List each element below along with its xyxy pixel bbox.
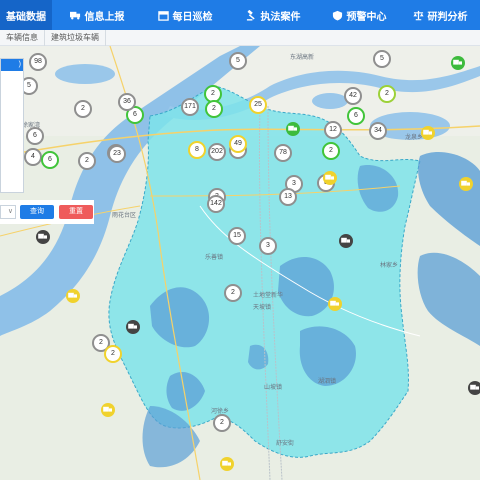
- map-view[interactable]: 雨花台区 天坡镇 乐善镇 土地堂新华 山坡镇 河徐乡 舒安街 湖泗镇 徐家湾 龙…: [0, 46, 480, 480]
- vehicle-cluster-marker[interactable]: 2: [213, 414, 231, 432]
- map-label: 东湖高新: [290, 55, 315, 61]
- map-label: 舒安街: [276, 441, 295, 447]
- vehicle-cluster-marker[interactable]: 49: [229, 135, 247, 153]
- vehicle-cluster-marker[interactable]: 6: [26, 127, 44, 145]
- nav-daily-inspection[interactable]: 每日巡检: [142, 0, 228, 30]
- nav-daily-inspection-label: 每日巡检: [172, 11, 213, 23]
- map-label: 天坡镇: [253, 305, 272, 311]
- map-base-layer: [0, 46, 480, 480]
- truck-marker-icon[interactable]: [101, 403, 115, 417]
- nav-analysis[interactable]: 研判分析: [400, 0, 480, 30]
- query-button[interactable]: 查询: [20, 205, 54, 219]
- vehicle-cluster-marker[interactable]: 36: [118, 93, 136, 111]
- truck-marker-icon[interactable]: [36, 230, 50, 244]
- filter-select[interactable]: ∨: [0, 205, 16, 219]
- vehicle-cluster-marker[interactable]: 8: [188, 141, 206, 159]
- truck-marker-icon[interactable]: [66, 289, 80, 303]
- vehicle-cluster-marker[interactable]: 2: [322, 142, 340, 160]
- nav-info-report[interactable]: 信息上报: [52, 0, 142, 30]
- nav-basic-data-label: 基础数据: [6, 11, 46, 23]
- vehicle-cluster-marker[interactable]: 25: [249, 96, 267, 114]
- truck-marker-icon[interactable]: [126, 320, 140, 334]
- vehicle-cluster-marker[interactable]: 23: [108, 145, 126, 163]
- vehicle-cluster-marker[interactable]: 4: [24, 148, 42, 166]
- nav-basic-data[interactable]: 基础数据: [0, 0, 52, 30]
- nav-enforcement-cases-label: 执法案件: [260, 11, 301, 23]
- map-label: 林家乡: [380, 263, 399, 269]
- vehicle-cluster-marker[interactable]: 6: [41, 151, 59, 169]
- panel-header[interactable]: ): [1, 59, 23, 71]
- vehicle-cluster-marker[interactable]: 2: [104, 345, 122, 363]
- vehicle-cluster-marker[interactable]: 142: [207, 195, 225, 213]
- nav-info-report-label: 信息上报: [84, 11, 125, 23]
- reset-button[interactable]: 重置: [59, 205, 93, 219]
- truck-marker-icon[interactable]: [451, 56, 465, 70]
- truck-marker-icon[interactable]: [328, 297, 342, 311]
- vehicle-cluster-marker[interactable]: 171: [181, 98, 199, 116]
- vehicle-cluster-marker[interactable]: 3: [259, 237, 277, 255]
- truck-marker-icon[interactable]: [220, 457, 234, 471]
- breadcrumb-vehicle-info[interactable]: 车辆信息: [0, 29, 45, 46]
- vehicle-cluster-marker[interactable]: 2: [378, 85, 396, 103]
- truck-marker-icon[interactable]: [468, 381, 480, 395]
- vehicle-cluster-marker[interactable]: 98: [29, 53, 47, 71]
- vehicle-list-panel: ): [0, 58, 24, 193]
- map-label: 乐善镇: [205, 255, 224, 261]
- truck-marker-icon[interactable]: [459, 177, 473, 191]
- nav-analysis-label: 研判分析: [427, 11, 468, 23]
- scale-icon: [412, 10, 424, 20]
- vehicle-cluster-marker[interactable]: 2: [74, 100, 92, 118]
- vehicle-cluster-marker[interactable]: 78: [274, 144, 292, 162]
- nav-enforcement-cases[interactable]: 执法案件: [228, 0, 318, 30]
- breadcrumb-construction-waste-vehicles[interactable]: 建筑垃圾车辆: [45, 29, 106, 46]
- vehicle-cluster-marker[interactable]: 13: [279, 188, 297, 206]
- map-label: 湖泗镇: [318, 379, 337, 385]
- nav-warning-center[interactable]: 预警中心: [318, 0, 400, 30]
- calendar-icon: [157, 10, 169, 21]
- vehicle-cluster-marker[interactable]: 2: [78, 152, 96, 170]
- truck-marker-icon[interactable]: [339, 234, 353, 248]
- vehicle-cluster-marker[interactable]: 34: [369, 122, 387, 140]
- truck-marker-icon[interactable]: [323, 171, 337, 185]
- vehicle-cluster-marker[interactable]: 12: [324, 121, 342, 139]
- truck-marker-icon[interactable]: [421, 126, 435, 140]
- vehicle-cluster-marker[interactable]: 5: [229, 52, 247, 70]
- shield-icon: [332, 10, 342, 21]
- vehicle-cluster-marker[interactable]: 5: [373, 50, 391, 68]
- map-label: 土地堂新华: [253, 293, 284, 299]
- vehicle-cluster-marker[interactable]: 202: [208, 143, 226, 161]
- vehicle-cluster-marker[interactable]: 2: [205, 100, 223, 118]
- nav-warning-center-label: 预警中心: [346, 11, 387, 23]
- map-label: 山坡镇: [264, 385, 283, 391]
- vehicle-cluster-marker[interactable]: 6: [347, 107, 365, 125]
- vehicle-cluster-marker[interactable]: 42: [344, 87, 362, 105]
- vehicle-cluster-marker[interactable]: 15: [228, 227, 246, 245]
- gavel-icon: [246, 9, 255, 21]
- breadcrumb: 车辆信息 建筑垃圾车辆: [0, 29, 480, 46]
- truck-icon: [69, 11, 80, 19]
- top-navigation: 基础数据 信息上报 每日巡检 执法案件 预警中心 研判分析: [0, 0, 480, 30]
- truck-marker-icon[interactable]: [286, 122, 300, 136]
- vehicle-cluster-marker[interactable]: 2: [224, 284, 242, 302]
- map-label: 雨花台区: [112, 213, 137, 219]
